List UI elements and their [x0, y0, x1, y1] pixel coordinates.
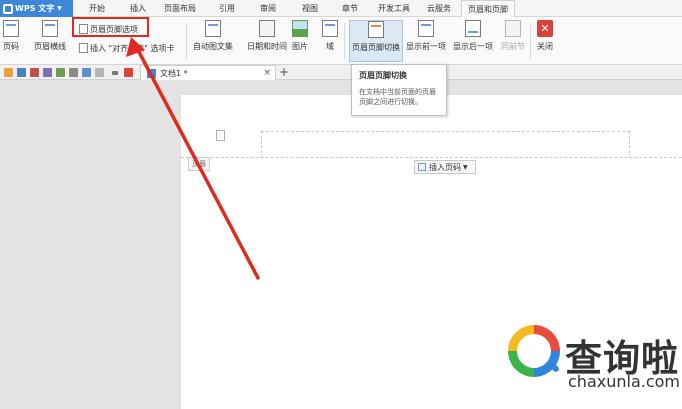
ribbon-divider — [344, 23, 345, 59]
ribbon-divider — [530, 23, 531, 59]
tab-insert[interactable]: 插入 — [124, 0, 152, 17]
show-next-label: 显示后一项 — [453, 42, 493, 51]
switch-header-footer-label: 页眉页脚切换 — [352, 43, 400, 52]
close-icon: ✕ — [537, 20, 553, 37]
tooltip-title: 页眉页脚切换 — [359, 71, 407, 80]
close-label: 关闭 — [537, 42, 553, 51]
menu-bar: WPS 文字 ▼ 开始 插入 页面布局 引用 审阅 视图 章节 开发工具 云服务… — [0, 0, 682, 18]
field-icon — [322, 20, 338, 37]
tooltip: 页眉页脚切换 在文档中当前页面的页眉页脚之间进行切换。 — [351, 64, 447, 116]
picture-icon — [292, 20, 308, 37]
tab-references[interactable]: 引用 — [213, 0, 241, 17]
tab-cloud[interactable]: 云服务 — [423, 0, 455, 17]
page-number-button[interactable]: 页码 — [3, 20, 19, 62]
app-name: WPS 文字 — [15, 4, 55, 13]
switch-header-footer-button[interactable]: 页眉页脚切换 — [349, 20, 403, 62]
redo-icon[interactable] — [95, 68, 104, 77]
auto-text-label: 自动图文集 — [193, 42, 233, 51]
picture-button[interactable]: 图片 — [292, 20, 308, 62]
document-tab-title: 文档1 * — [160, 68, 188, 78]
close-header-footer-button[interactable]: ✕ 关闭 — [537, 20, 553, 62]
show-next-icon — [465, 20, 481, 37]
field-label: 域 — [326, 42, 334, 51]
show-previous-icon — [418, 20, 434, 37]
page-number-icon — [418, 163, 426, 171]
tab-view[interactable]: 视图 — [296, 0, 324, 17]
insert-align-tab-label: 插入 "对齐制表" 选项卡 — [90, 43, 175, 53]
same-as-previous-button[interactable]: 同前节 — [501, 20, 525, 62]
tab-start[interactable]: 开始 — [83, 0, 111, 17]
header-options-icon[interactable] — [216, 130, 225, 141]
chevron-down-icon: ▼ — [463, 163, 468, 171]
date-time-label: 日期和时间 — [247, 42, 287, 51]
document-tab[interactable]: 文档1 * × — [140, 65, 276, 80]
header-line-button[interactable]: 页眉横线 — [34, 20, 66, 62]
chevron-down-icon: ▼ — [57, 5, 62, 12]
insert-page-number-button[interactable]: 插入页码 ▼ — [414, 160, 476, 174]
align-tab-icon — [79, 43, 88, 53]
new-tab-button[interactable]: + — [279, 65, 291, 80]
switch-header-footer-icon — [368, 21, 384, 38]
tab-section[interactable]: 章节 — [336, 0, 364, 17]
field-button[interactable]: 域 — [322, 20, 338, 62]
insert-align-tab-button[interactable]: 插入 "对齐制表" 选项卡 — [79, 41, 174, 55]
wps-logo-icon — [3, 3, 13, 14]
same-as-previous-icon — [505, 20, 521, 37]
show-next-button[interactable]: 显示后一项 — [453, 20, 493, 62]
tab-developer[interactable]: 开发工具 — [374, 0, 414, 17]
close-tab-icon[interactable]: × — [263, 68, 271, 78]
tab-header-footer[interactable]: 页眉和页脚 — [461, 0, 515, 18]
app-menu-button[interactable]: WPS 文字 ▼ — [0, 0, 73, 17]
tab-review[interactable]: 审阅 — [254, 0, 282, 17]
header-label: 页眉 — [188, 157, 210, 171]
export-pdf-icon[interactable] — [30, 68, 39, 77]
page-number-label: 页码 — [3, 42, 19, 51]
open-icon[interactable] — [4, 68, 13, 77]
format-painter-icon[interactable] — [69, 68, 78, 77]
print-icon[interactable] — [43, 68, 52, 77]
undo-icon[interactable] — [82, 68, 91, 77]
annotation-highlight-box — [72, 17, 149, 37]
picture-label: 图片 — [292, 42, 308, 51]
ribbon-divider — [186, 23, 187, 59]
header-boundary-line — [181, 157, 682, 158]
show-previous-label: 显示前一项 — [406, 42, 446, 51]
show-previous-button[interactable]: 显示前一项 — [406, 20, 446, 62]
wps-brand-icon — [124, 68, 133, 77]
print-preview-icon[interactable] — [56, 68, 65, 77]
insert-page-number-label: 插入页码 — [429, 162, 461, 172]
calendar-icon — [259, 20, 275, 37]
auto-text-icon — [205, 20, 221, 37]
page-number-icon — [3, 20, 19, 37]
document-icon — [147, 68, 156, 78]
watermark-url: chaxunla.com — [568, 372, 680, 391]
magnifier-logo-icon — [508, 325, 561, 377]
header-line-icon — [42, 20, 58, 37]
quick-access-toolbar — [0, 65, 682, 80]
date-time-button[interactable]: 日期和时间 — [247, 20, 287, 62]
same-as-previous-label: 同前节 — [501, 42, 525, 51]
tab-page-layout[interactable]: 页面布局 — [160, 0, 200, 17]
tooltip-body: 在文档中当前页面的页眉页脚之间进行切换。 — [359, 88, 436, 106]
watermark: 查询啦 chaxunla.com — [508, 320, 682, 409]
chevron-down-icon[interactable] — [112, 71, 118, 75]
header-line-label: 页眉横线 — [34, 42, 66, 51]
auto-text-button[interactable]: 自动图文集 — [193, 20, 233, 62]
save-icon[interactable] — [17, 68, 26, 77]
header-edit-region[interactable] — [261, 131, 630, 158]
